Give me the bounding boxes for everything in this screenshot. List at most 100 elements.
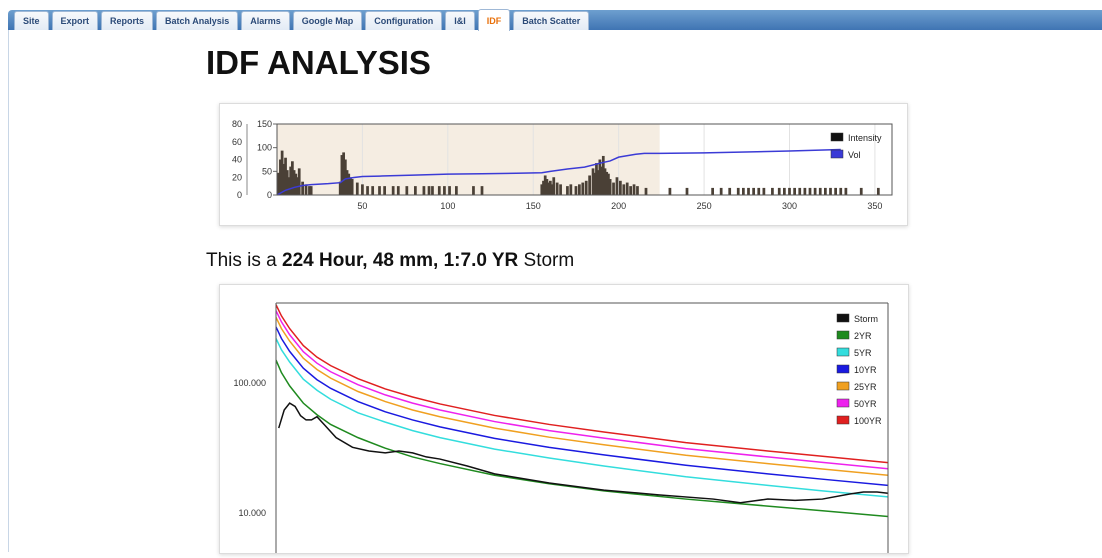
tab-google-map[interactable]: Google Map [292,11,363,30]
intensity-bar [566,186,569,195]
legend-label: 100YR [854,416,882,426]
intensity-bar [742,187,745,195]
legend-swatch [836,364,850,374]
intensity-bar [757,187,761,195]
legend-swatch [836,330,850,340]
right-y-tick-label: 0 [267,190,272,200]
legend-label: 50YR [854,399,877,409]
tab-i-i[interactable]: I&I [445,11,475,30]
intensity-bar [555,182,559,195]
tab-export[interactable]: Export [51,11,99,30]
legend-swatch [830,149,844,159]
tab-batch-scatter[interactable]: Batch Scatter [513,11,590,30]
legend-swatch [830,132,844,142]
idf-curve-panel: 100.000 10.000 Storm 2YR 5YR 10YR 25YR 50YR 100Y… [219,284,909,554]
intensity-bar [472,186,475,195]
intensity-bar [788,187,791,195]
intensity-bar [813,187,817,195]
intensity-bar [559,184,562,195]
intensity-bar [301,181,304,195]
intensity-bar [414,186,417,195]
series-line-50yr [276,310,888,470]
intensity-bar [361,184,364,195]
intensity-bar [632,184,636,195]
legend-swatch [836,313,850,323]
legend-label: 2YR [854,331,872,341]
intensity-bar [859,187,863,195]
intensity-bar [622,184,626,195]
page-frame-border [8,30,9,552]
left-y-tick-label: 80 [232,119,242,129]
legend-swatch [836,398,850,408]
intensity-bar [552,177,556,195]
left-y-tick-label: 20 [232,172,242,182]
intensity-bar [480,186,484,195]
intensity-bar [752,187,755,195]
intensity-bar [455,186,458,195]
intensity-bar [612,182,615,195]
tab-reports[interactable]: Reports [101,11,154,30]
intensity-bar [762,187,766,195]
intensity-bar [803,187,807,195]
page-title: IDF ANALYSIS [206,44,431,81]
tab-alarms[interactable]: Alarms [241,11,290,30]
intensity-bar [844,187,848,195]
intensity-bar [350,179,354,195]
series-line-10yr [276,326,888,487]
tab-site[interactable]: Site [14,11,49,30]
tab-idf[interactable]: IDF [477,9,511,31]
x-tick-label: 250 [697,201,712,211]
legend-swatch [836,381,850,391]
legend-label: Vol [848,150,861,160]
intensity-bar [391,186,395,195]
legend-swatch [836,347,850,357]
idf-curve-chart: 100.000 10.000 Storm 2YR 5YR 10YR 25YR 50YR 100Y… [233,302,889,553]
legend-label: 5YR [854,348,872,358]
intensity-bar [378,186,381,195]
intensity-bar [644,187,648,195]
series-line-100yr [276,304,888,464]
intensity-bar [422,186,426,195]
hyetograph-chart: 50 100 150 200 250 300 350 0 20 40 60 80 0 50 100 150 In… [232,119,893,211]
intensity-bar [584,180,588,195]
x-tick-label: 150 [526,201,541,211]
x-tick-label: 100 [440,201,455,211]
intensity-bar [808,187,812,195]
series-group [276,304,888,518]
legend-label: Intensity [848,133,882,143]
intensity-bar [668,187,672,195]
intensity-bar [366,186,369,195]
legend-label: Storm [854,314,878,324]
y-tick-label: 10.000 [238,508,266,518]
storm-prefix: This is a [206,250,277,271]
intensity-bar [839,187,843,195]
intensity-bar [608,179,612,195]
intensity-bar [581,182,585,195]
intensity-bar [711,187,714,195]
tab-configuration[interactable]: Configuration [365,11,443,30]
intensity-bar [685,187,689,195]
intensity-bar [448,186,451,195]
intensity-bar [876,187,880,195]
intensity-bar [818,187,822,195]
y-tick-label: 100.000 [233,378,266,388]
left-y-tick-label: 0 [237,190,242,200]
storm-summary: This is a 224 Hour, 48 mm, 1:7.0 YR Stor… [206,250,574,272]
left-y-tick-label: 60 [232,137,242,147]
intensity-bar [798,187,802,195]
intensity-bar [383,186,386,195]
intensity-bar [629,186,632,195]
storm-summary-value: 224 Hour, 48 mm, 1:7.0 YR [282,250,519,271]
tab-batch-analysis[interactable]: Batch Analysis [156,11,239,30]
intensity-bar [427,186,431,195]
intensity-bar [396,186,400,195]
intensity-bar [625,182,629,195]
intensity-bar [371,186,375,195]
tab-list: Site Export Reports Batch Analysis Alarms Goo… [14,9,590,31]
intensity-bar [783,187,786,195]
right-y-tick-label: 100 [257,143,272,153]
intensity-bar [636,186,639,195]
intensity-bar [793,187,796,195]
intensity-bar [574,186,578,195]
intensity-bar [443,186,446,195]
